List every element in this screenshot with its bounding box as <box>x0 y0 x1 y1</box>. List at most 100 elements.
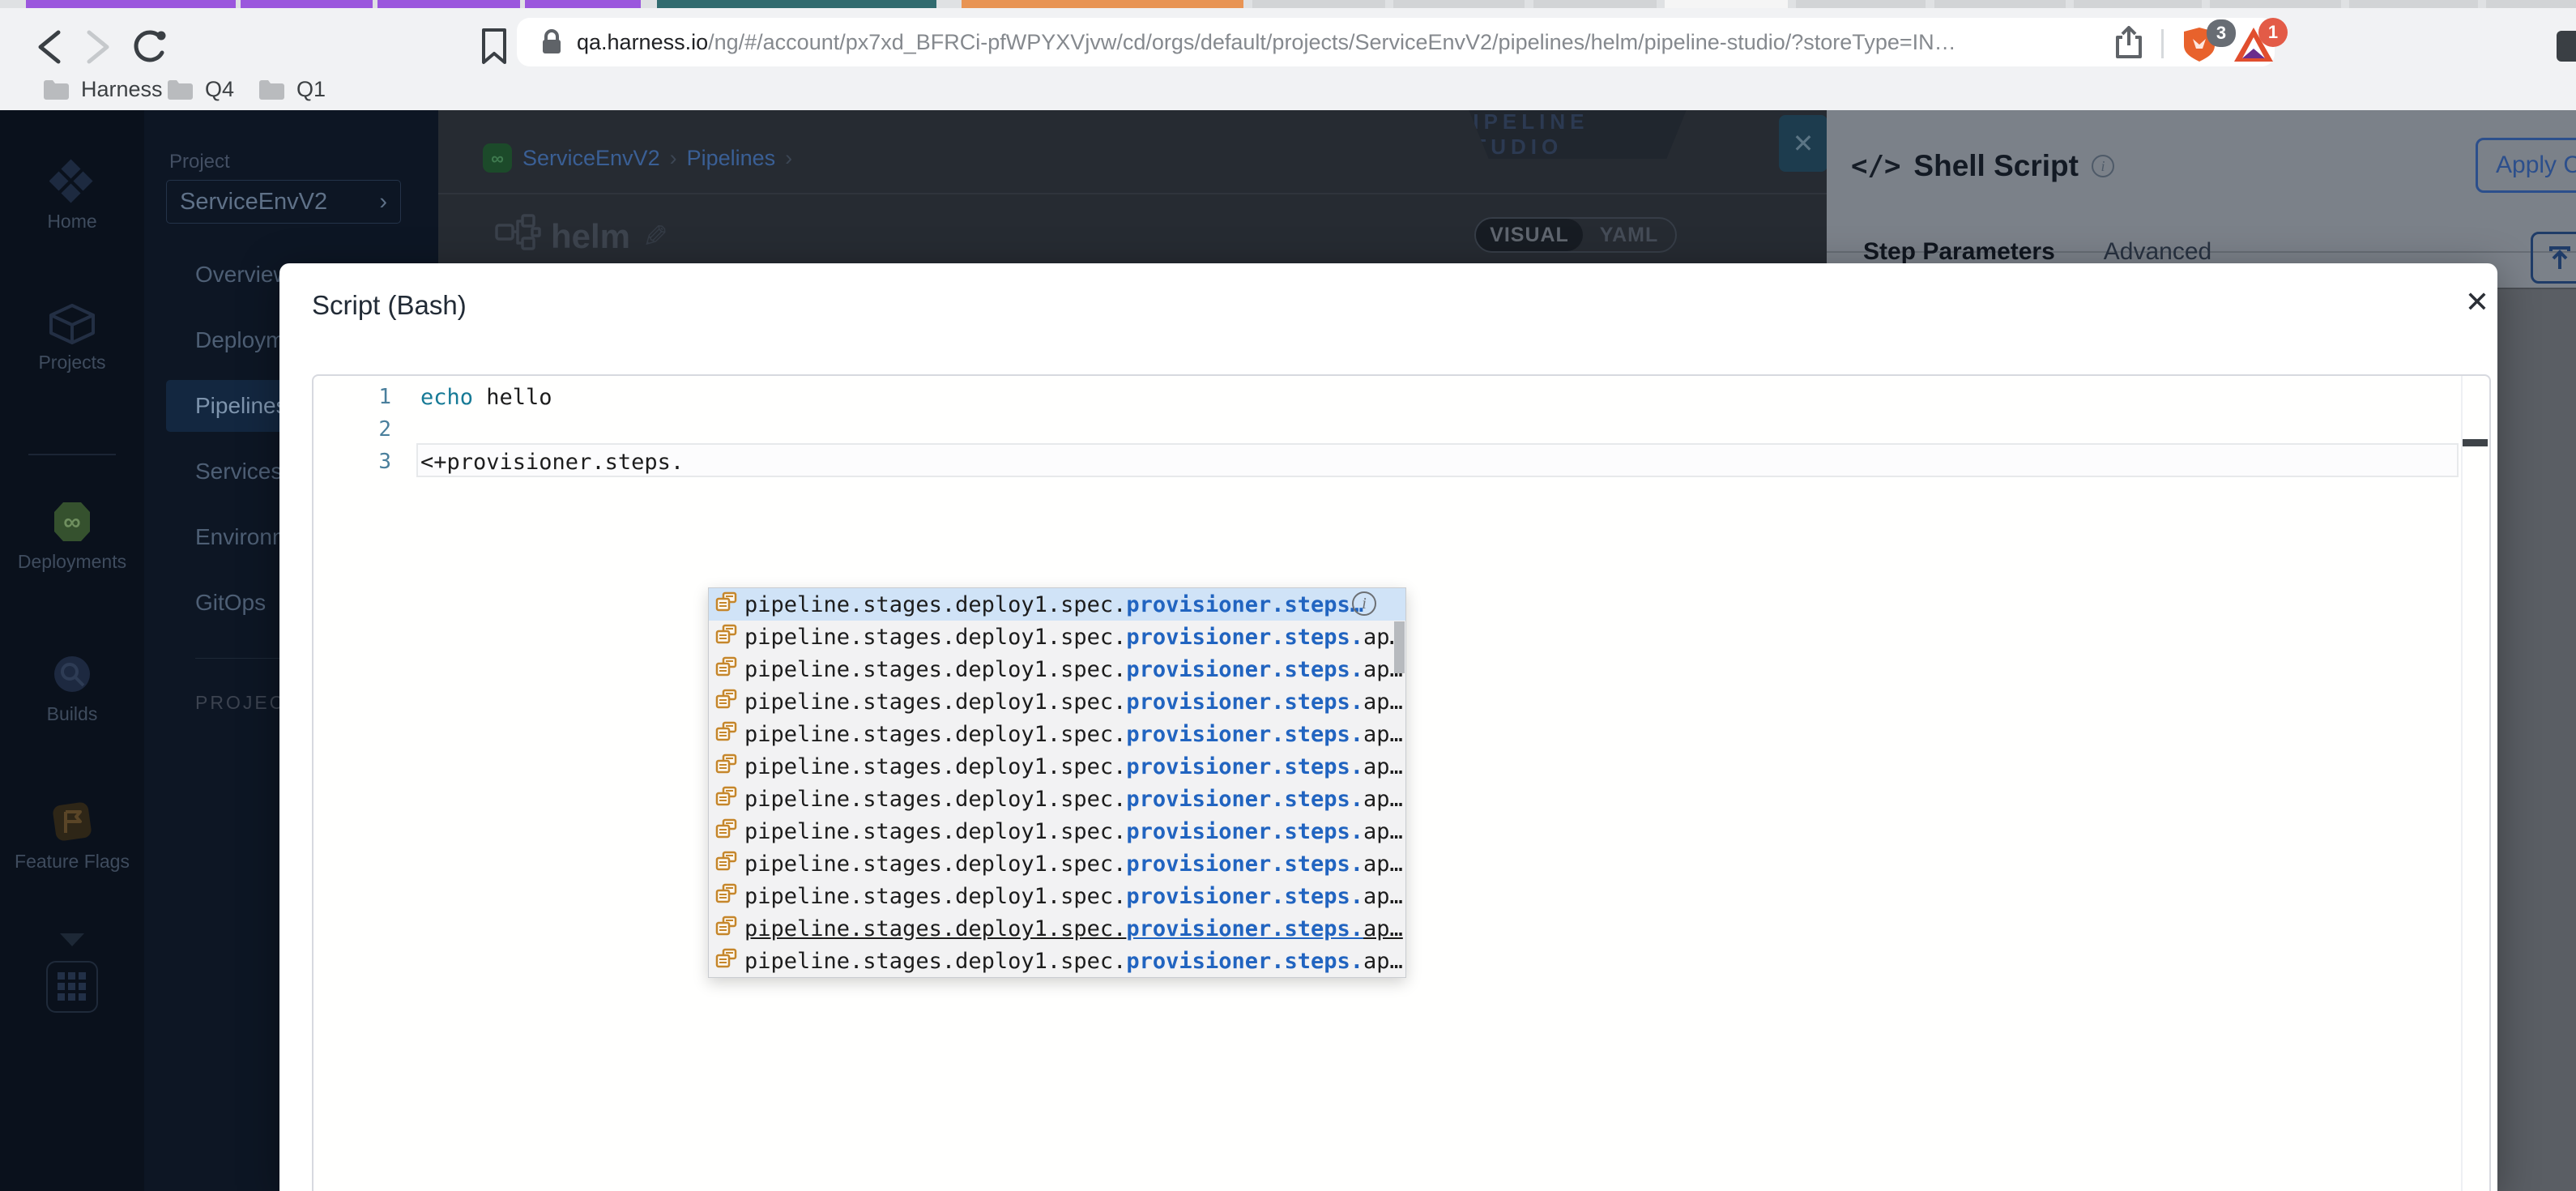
chevron-right-icon: › <box>379 188 387 215</box>
toggle-visual[interactable]: VISUAL <box>1476 219 1583 251</box>
upload-icon <box>2549 246 2570 269</box>
tab-advanced[interactable]: Advanced <box>2104 238 2211 266</box>
studio-close-button[interactable]: ✕ <box>1779 115 1828 172</box>
suggestion-row[interactable]: pipeline.stages.deploy1.spec.provisioner… <box>709 750 1405 783</box>
suggestion-row[interactable]: pipeline.stages.deploy1.spec.provisioner… <box>709 783 1405 815</box>
extensions-icon[interactable] <box>2557 31 2576 62</box>
browser-tab[interactable] <box>1796 0 1926 8</box>
url-bar[interactable]: qa.harness.io/ng/#/account/px7xd_BFRCi-p… <box>517 18 2288 66</box>
suggestion-text: pipeline.stages.deploy1.spec.provisioner… <box>744 818 1403 844</box>
suggestion-row[interactable]: pipeline.stages.deploy1.spec.provisioner… <box>709 847 1405 880</box>
project-selector[interactable]: ServiceEnvV2 › <box>166 180 401 224</box>
sidebar-item-feature-flags[interactable]: Feature Flags <box>0 799 144 873</box>
suggestion-info-icon[interactable]: i <box>1352 591 1376 616</box>
module-grid-button[interactable] <box>46 961 98 1013</box>
breadcrumb-project-link[interactable]: ServiceEnvV2 <box>522 146 660 171</box>
info-icon[interactable]: i <box>2091 155 2114 177</box>
sidebar-item-deployments[interactable]: ∞ Deployments <box>0 499 144 573</box>
builds-icon <box>54 656 90 692</box>
suggestion-text: pipeline.stages.deploy1.spec.provisioner… <box>744 851 1403 877</box>
breadcrumb-pipelines-link[interactable]: Pipelines <box>687 146 776 171</box>
svg-text:∞: ∞ <box>63 509 80 536</box>
suggestion-row[interactable]: pipeline.stages.deploy1.spec.provisioner… <box>709 815 1405 847</box>
editor-line[interactable]: 1 echo hello <box>313 381 2420 413</box>
refresh-icon[interactable] <box>128 26 170 68</box>
suggestion-text: pipeline.stages.deploy1.spec.provisioner… <box>744 656 1403 682</box>
browser-tab[interactable] <box>377 0 520 8</box>
sidebar-item-home[interactable]: Home <box>0 159 144 233</box>
suggestion-row[interactable]: pipeline.stages.deploy1.spec.provisioner… <box>709 621 1405 653</box>
browser-tab[interactable] <box>525 0 641 8</box>
suggestion-row[interactable]: pipeline.stages.deploy1.spec.provisioner… <box>709 653 1405 685</box>
browser-tab[interactable] <box>962 0 1243 8</box>
browser-tab[interactable] <box>241 0 373 8</box>
bookmark-folder-harness[interactable]: Harness <box>42 73 163 105</box>
home-icon <box>49 159 93 203</box>
suggestion-text: pipeline.stages.deploy1.spec.provisioner… <box>744 591 1364 617</box>
browser-tab[interactable] <box>2486 0 2576 8</box>
sidebar-item-label: Feature Flags <box>15 851 130 872</box>
suggestion-text: pipeline.stages.deploy1.spec.provisioner… <box>744 948 1403 974</box>
suggestion-text: pipeline.stages.deploy1.spec.provisioner… <box>744 689 1403 715</box>
browser-tab[interactable] <box>2074 0 2202 8</box>
folder-icon <box>168 80 193 100</box>
forward-icon[interactable] <box>81 29 113 65</box>
bookmarks-bar: Harness Q4 Q1 <box>0 68 2576 110</box>
apply-changes-button[interactable]: Apply Ch <box>2476 138 2576 193</box>
suggestion-text: pipeline.stages.deploy1.spec.provisioner… <box>744 786 1403 812</box>
rewards-badge: 1 <box>2258 18 2288 47</box>
browser-tab[interactable] <box>1393 0 1525 8</box>
visual-yaml-toggle: VISUAL YAML <box>1474 217 1677 253</box>
edit-pencil-icon[interactable]: ✎ <box>642 219 668 255</box>
folder-icon <box>259 80 284 100</box>
script-modal: Script (Bash) ✕ 1 echo hello 2 3 <+provision… <box>279 263 2497 1191</box>
browser-tab[interactable] <box>657 0 936 8</box>
sidebar-item-projects[interactable]: Projects <box>0 303 144 374</box>
back-icon[interactable] <box>34 29 66 65</box>
code-text: echo hello <box>420 384 552 410</box>
browser-tab[interactable] <box>1934 0 2066 8</box>
code-text: <+provisioner.steps. <box>420 449 685 475</box>
tab-step-parameters[interactable]: Step Parameters <box>1863 238 2055 266</box>
suggestion-row[interactable]: pipeline.stages.deploy1.spec.provisioner… <box>709 718 1405 750</box>
bookmark-folder-q4[interactable]: Q4 <box>166 73 234 105</box>
lock-icon <box>543 29 561 53</box>
suggestion-text: pipeline.stages.deploy1.spec.provisioner… <box>744 721 1403 747</box>
browser-tab-strip[interactable] <box>0 0 2576 8</box>
editor-line[interactable]: 2 <box>313 413 2420 446</box>
field-symbol-icon <box>715 689 738 715</box>
overview-ruler-divider <box>2461 376 2463 1191</box>
save-template-button[interactable]: S <box>2531 232 2576 284</box>
browser-tab[interactable] <box>26 0 236 8</box>
editor-line[interactable]: 3 <+provisioner.steps. <box>313 446 2420 478</box>
feature-flags-icon <box>53 802 92 841</box>
field-symbol-icon <box>715 721 738 747</box>
suggestion-row[interactable]: pipeline.stages.deploy1.spec.provisioner… <box>709 880 1405 912</box>
project-name: ServiceEnvV2 <box>180 188 328 215</box>
browser-tab[interactable] <box>2210 0 2341 8</box>
project-section-label: Project <box>169 151 230 173</box>
suggestion-row[interactable]: pipeline.stages.deploy1.spec.provisioner… <box>709 685 1405 718</box>
script-code-editor[interactable]: 1 echo hello 2 3 <+provisioner.steps. pipeli… <box>312 374 2491 1191</box>
bookmark-folder-q1[interactable]: Q1 <box>258 73 326 105</box>
toggle-yaml[interactable]: YAML <box>1583 219 1675 251</box>
harness-logo-icon: ∞ <box>483 143 512 173</box>
sidebar-collapse-chevron-icon[interactable] <box>58 932 86 948</box>
nav-item-label: Pipelines <box>195 393 288 418</box>
sidebar-item-builds[interactable]: Builds <box>0 651 144 725</box>
field-symbol-icon <box>715 753 738 779</box>
browser-tab[interactable] <box>1252 0 1385 8</box>
browser-tab[interactable] <box>1533 0 1657 8</box>
dropdown-scrollbar-thumb[interactable] <box>1394 621 1405 673</box>
modal-close-button[interactable]: ✕ <box>2459 284 2496 321</box>
share-icon[interactable] <box>2114 26 2143 58</box>
suggestion-row[interactable]: pipeline.stages.deploy1.spec.provisioner… <box>709 588 1405 621</box>
url-text[interactable]: qa.harness.io/ng/#/account/px7xd_BFRCi-p… <box>577 30 2116 55</box>
browser-tab[interactable] <box>1665 0 1788 8</box>
studio-header-divider <box>438 193 1827 194</box>
bookmark-icon[interactable] <box>481 28 507 65</box>
suggestion-text: pipeline.stages.deploy1.spec.provisioner… <box>744 753 1403 779</box>
suggestion-row[interactable]: pipeline.stages.deploy1.spec.provisioner… <box>709 912 1405 945</box>
browser-tab[interactable] <box>2349 0 2478 8</box>
suggestion-row[interactable]: pipeline.stages.deploy1.spec.provisioner… <box>709 945 1405 977</box>
